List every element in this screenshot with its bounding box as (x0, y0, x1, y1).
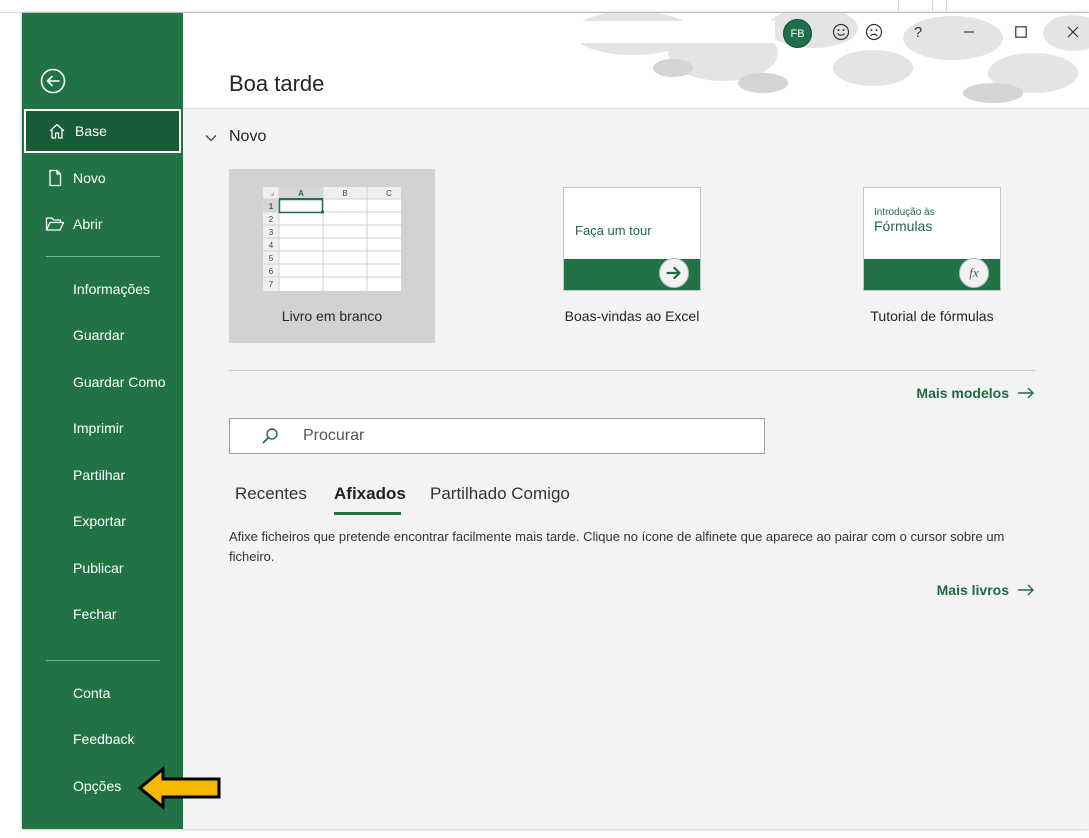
sidebar-item-label: Novo (73, 170, 106, 186)
avatar[interactable]: FB (783, 19, 812, 48)
search-input[interactable]: Procurar (229, 418, 765, 454)
sidebar-item-informacoes[interactable]: Informações (24, 267, 181, 311)
sidebar-item-publicar[interactable]: Publicar (24, 546, 181, 590)
sidebar-item-fechar[interactable]: Fechar (24, 592, 181, 636)
sidebar-item-label: Imprimir (73, 420, 124, 436)
template-caption: Livro em branco (281, 308, 383, 324)
sidebar-item-label: Fechar (73, 606, 117, 622)
minimize-icon (964, 31, 974, 33)
backstage-main: Novo A B C 1 2 3 4 5 6 7 Livro em branco… (183, 109, 1089, 829)
section-divider (229, 370, 1035, 371)
more-templates-link[interactable]: Mais modelos (916, 385, 1035, 401)
blank-workbook-thumbnail: A B C 1 2 3 4 5 6 7 (263, 187, 401, 291)
smile-icon (832, 23, 850, 41)
sidebar-item-label: Exportar (73, 513, 126, 529)
section-title-novo: Novo (229, 128, 267, 145)
grid-row-header: 3 (269, 228, 274, 237)
close-button[interactable] (1060, 19, 1086, 45)
thumbnail-small-text: Introdução às (874, 207, 935, 218)
sidebar-item-guardar-como[interactable]: Guardar Como (24, 360, 181, 404)
sidebar-item-feedback[interactable]: Feedback (24, 717, 181, 761)
grid-col-header: C (386, 189, 392, 198)
page-title: Boa tarde (229, 71, 325, 96)
sidebar-item-abrir[interactable]: Abrir (24, 202, 181, 246)
sidebar-divider (46, 660, 160, 661)
thumbnail-text: Faça um tour (575, 223, 652, 238)
search-placeholder: Procurar (303, 427, 365, 444)
template-caption: Tutorial de fórmulas (870, 308, 994, 324)
maximize-icon (1015, 26, 1027, 38)
backstage-sidebar: Base Novo Abrir Informações Guardar Guar… (22, 13, 183, 829)
more-books-link[interactable]: Mais livros (937, 582, 1035, 598)
new-document-icon (44, 167, 66, 189)
sidebar-divider (46, 256, 160, 257)
grid-row-header: 1 (269, 202, 274, 211)
thumbnail-big-text: Fórmulas (874, 218, 933, 234)
sidebar-item-label: Partilhar (73, 467, 126, 483)
grid-row-header: 6 (269, 267, 274, 276)
template-formula-tutorial[interactable]: Introdução às Fórmulas fx Tutorial de fó… (829, 169, 1035, 343)
smile-feedback-button[interactable] (830, 19, 852, 45)
help-button[interactable]: ? (907, 19, 929, 45)
tab-afixados[interactable]: Afixados (334, 484, 406, 504)
sidebar-item-exportar[interactable]: Exportar (24, 499, 181, 543)
sidebar-item-label: Informações (73, 281, 151, 297)
sidebar-item-novo[interactable]: Novo (24, 156, 181, 200)
sidebar-item-label: Guardar Como (73, 374, 166, 390)
grid-col-header: B (342, 189, 347, 198)
sidebar-item-label: Base (75, 123, 107, 139)
back-button[interactable] (40, 68, 66, 94)
more-books-label: Mais livros (936, 582, 1009, 598)
sidebar-item-imprimir[interactable]: Imprimir (24, 406, 181, 450)
sidebar-item-partilhar[interactable]: Partilhar (24, 453, 181, 497)
template-blank-workbook[interactable]: A B C 1 2 3 4 5 6 7 Livro em branco (229, 169, 435, 343)
close-icon (1067, 26, 1079, 38)
grid-row-header: 2 (269, 215, 274, 224)
sidebar-item-label: Guardar (73, 327, 125, 343)
tab-partilhado-comigo[interactable]: Partilhado Comigo (430, 484, 570, 504)
maximize-button[interactable] (1008, 19, 1034, 45)
tab-recentes[interactable]: Recentes (235, 484, 307, 504)
fx-function-icon: fx (959, 258, 989, 288)
sidebar-item-label: Conta (73, 685, 111, 701)
back-arrow-circle-icon (40, 68, 66, 94)
arrow-right-icon (1018, 387, 1034, 399)
sidebar-item-label: Feedback (73, 731, 135, 747)
frown-feedback-button[interactable] (863, 19, 885, 45)
active-tab-underline (334, 512, 401, 515)
grid-col-header: A (298, 189, 304, 198)
chevron-down-icon[interactable] (205, 134, 217, 142)
grid-row-header: 7 (269, 280, 274, 289)
strip-divider (898, 0, 899, 11)
pinned-info-text: Afixe ficheiros que pretende encontrar f… (229, 529, 1005, 564)
sidebar-item-guardar[interactable]: Guardar (24, 313, 181, 357)
annotation-arrow-icon (137, 766, 221, 810)
minimize-button[interactable] (956, 19, 982, 45)
sidebar-item-label: Abrir (73, 216, 103, 232)
more-templates-label: Mais modelos (916, 385, 1009, 401)
grid-row-header: 4 (269, 241, 274, 250)
frown-icon (865, 23, 883, 41)
template-welcome-tour[interactable]: Faça um tour Boas-vindas ao Excel (529, 169, 735, 343)
sidebar-item-label: Publicar (73, 560, 124, 576)
excel-backstage-window: Base Novo Abrir Informações Guardar Guar… (22, 13, 1089, 829)
sidebar-item-base[interactable]: Base (24, 109, 181, 153)
arrow-right-circle-icon (659, 258, 689, 288)
welcome-thumbnail: Faça um tour (563, 187, 701, 291)
home-icon (46, 120, 68, 142)
grid-row-header: 5 (269, 254, 274, 263)
strip-divider (932, 0, 933, 11)
arrow-right-icon (1018, 584, 1034, 596)
folder-open-icon (44, 213, 66, 235)
formula-thumbnail: Introdução às Fórmulas fx (863, 187, 1001, 291)
template-caption: Boas-vindas ao Excel (564, 308, 700, 324)
search-icon (262, 428, 278, 444)
strip-divider (946, 0, 947, 11)
background-window-strip (0, 0, 1089, 13)
sidebar-item-conta[interactable]: Conta (24, 671, 181, 715)
backstage-header: Boa tarde FB ? (183, 13, 1089, 109)
sidebar-item-label: Opções (73, 778, 122, 794)
help-icon: ? (913, 23, 923, 41)
